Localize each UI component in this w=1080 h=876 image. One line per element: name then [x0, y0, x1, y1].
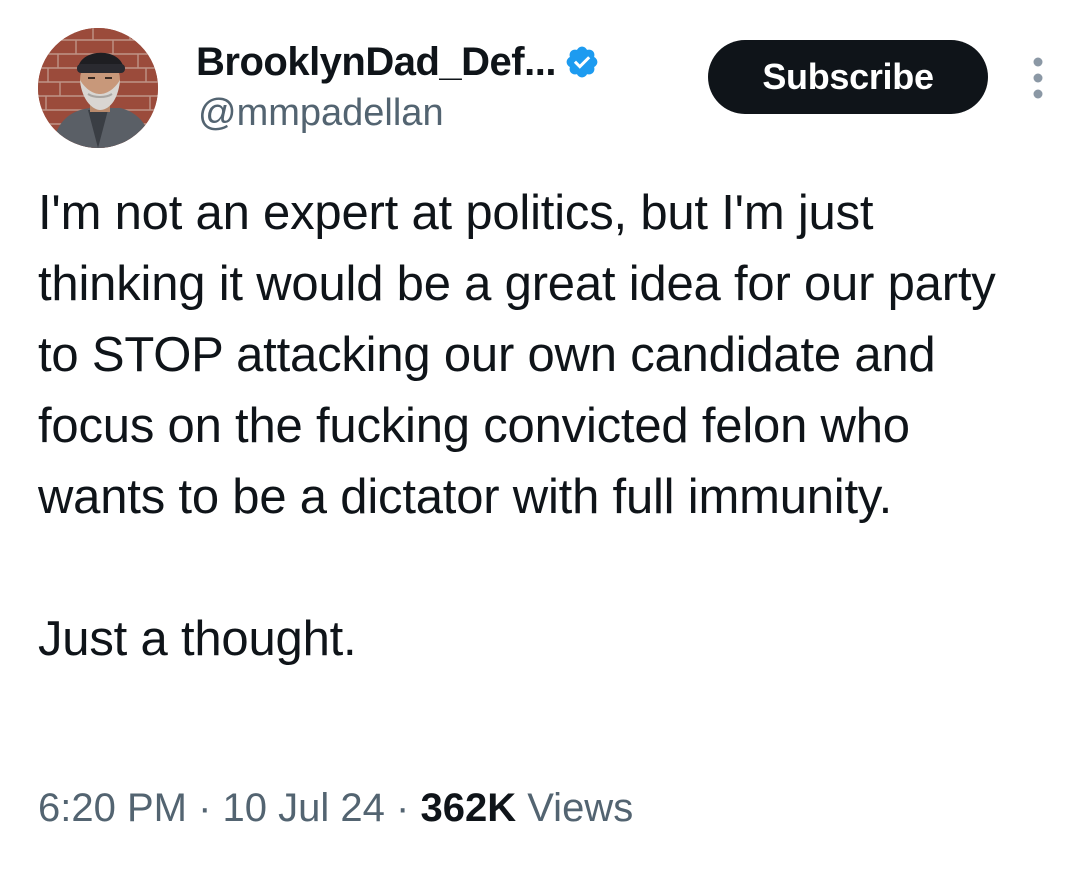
more-vertical-icon[interactable] [1024, 56, 1052, 100]
tweet-paragraph: Just a thought. [38, 612, 357, 666]
author-name-row: BrooklynDad_Def... [196, 38, 600, 86]
tweet-time[interactable]: 6:20 PM [38, 786, 187, 830]
author-display-name[interactable]: BrooklynDad_Def... [196, 40, 556, 85]
avatar-image [38, 28, 158, 148]
tweet-meta: 6:20 PM · 10 Jul 24 · 362K Views [38, 786, 633, 831]
verified-badge-icon[interactable] [564, 44, 600, 80]
tweet-text: I'm not an expert at politics, but I'm j… [38, 178, 1048, 675]
tweet-paragraph: I'm not an expert at politics, but I'm j… [38, 186, 996, 524]
tweet-card: BrooklynDad_Def... @mmpadellan Subscribe… [0, 0, 1080, 876]
views-count: 362K [420, 786, 517, 830]
tweet-date[interactable]: 10 Jul 24 [223, 786, 385, 830]
subscribe-button[interactable]: Subscribe [708, 40, 988, 114]
views-label: Views [527, 786, 634, 830]
avatar[interactable] [38, 28, 158, 148]
meta-separator: · [198, 786, 212, 830]
author-handle[interactable]: @mmpadellan [198, 92, 444, 135]
meta-separator: · [396, 786, 410, 830]
